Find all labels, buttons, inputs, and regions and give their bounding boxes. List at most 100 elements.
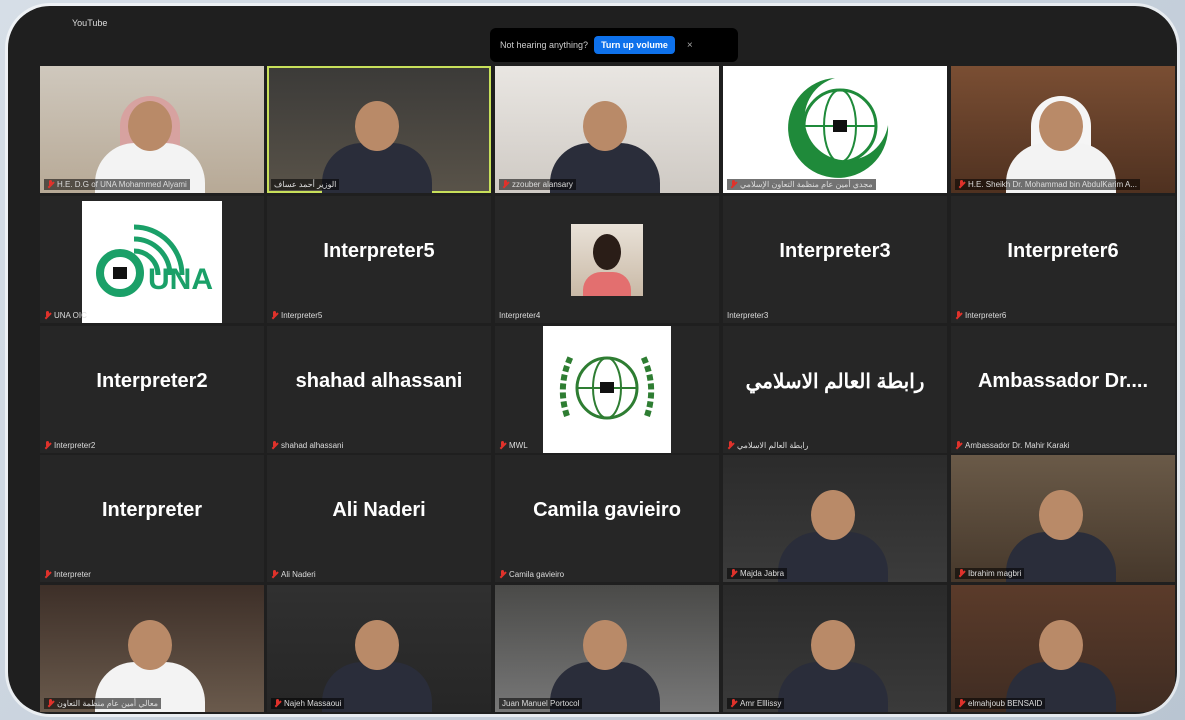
mic-muted-icon (730, 699, 737, 708)
participant-tile[interactable]: Amr Elllissy (723, 585, 947, 712)
participant-tile[interactable]: Ali Naderi Ali Naderi (267, 455, 491, 582)
participant-name-label: zzouber alansary (499, 179, 576, 190)
participant-display-name: shahad alhassani (295, 370, 463, 392)
oic-logo (788, 78, 889, 178)
mic-muted-icon (727, 441, 734, 450)
audio-notice: Not hearing anything? Turn up volume × (490, 28, 738, 62)
una-logo: UNA (82, 201, 222, 323)
participant-tile[interactable]: MWL (495, 326, 719, 453)
participant-name-label: مجدي أمين عام منظمة التعاون الإسلامي (727, 179, 876, 190)
participant-name-label: UNA OIC (44, 311, 87, 320)
mic-muted-icon (730, 569, 737, 578)
participant-name: Najeh Massaoui (284, 699, 342, 708)
participant-tile[interactable]: Interpreter5 Interpreter5 (267, 196, 491, 323)
participant-tile[interactable]: Interpreter2 Interpreter2 (40, 326, 264, 453)
participant-tile[interactable]: elmahjoub BENSAID (951, 585, 1175, 712)
participant-name-label: MWL (499, 441, 528, 450)
participant-name-label: Interpreter6 (955, 311, 1006, 320)
notice-message: Not hearing anything? (500, 40, 589, 50)
participant-display-name: Camila gavieiro (533, 499, 681, 521)
close-icon[interactable]: × (687, 40, 693, 51)
participant-tile[interactable]: مجدي أمين عام منظمة التعاون الإسلامي (723, 66, 947, 193)
participant-name: الوزير أحمد عساف (274, 180, 337, 189)
youtube-label[interactable]: YouTube (72, 18, 107, 28)
participant-name: Camila gavieiro (509, 570, 565, 579)
participant-photo (571, 224, 643, 296)
participant-name: Amr Elllissy (740, 699, 782, 708)
participant-name-label: Interpreter3 (727, 311, 768, 320)
participant-name-label: Ibrahim magbri (955, 568, 1025, 579)
meeting-window: YouTube Not hearing anything? Turn up vo… (8, 6, 1177, 714)
mic-muted-icon (271, 570, 278, 579)
participant-name-label: Interpreter (44, 570, 91, 579)
participant-tile[interactable]: Interpreter6 Interpreter6 (951, 196, 1175, 323)
participant-tile[interactable]: Interpreter3 Interpreter3 (723, 196, 947, 323)
participant-tile[interactable]: Majda Jabra (723, 455, 947, 582)
mic-muted-icon (271, 311, 278, 320)
participant-name: رابطة العالم الاسلامي (737, 441, 809, 450)
participant-tile[interactable]: Ambassador Dr.... Ambassador Dr. Mahir Ka… (951, 326, 1175, 453)
participant-tile[interactable]: zzouber alansary (495, 66, 719, 193)
participant-name: shahad alhassani (281, 441, 344, 450)
participant-tile[interactable]: Najeh Massaoui (267, 585, 491, 712)
mic-muted-icon (274, 699, 281, 708)
participant-name: Juan Manuel Portocol (502, 699, 580, 708)
participant-display-name: Interpreter (101, 499, 203, 521)
participant-tile[interactable]: H.E. D.G of UNA Mohammed Alyami (40, 66, 264, 193)
participant-tile[interactable]: Interpreter4 (495, 196, 719, 323)
participant-tile[interactable]: رابطة العالم الاسلامي رابطة العالم الاسلا… (723, 326, 947, 453)
mic-muted-icon (958, 180, 965, 189)
mic-muted-icon (499, 570, 506, 579)
participant-name-label: رابطة العالم الاسلامي (727, 441, 809, 450)
participant-tile[interactable]: Ibrahim magbri (951, 455, 1175, 582)
participant-tile[interactable]: shahad alhassani shahad alhassani (267, 326, 491, 453)
participant-name: Interpreter2 (54, 441, 96, 450)
participant-name: H.E. Sheikh Dr. Mohammad bin AbdulKarim … (968, 180, 1137, 189)
participant-name: MWL (509, 441, 528, 450)
participant-name: Majda Jabra (740, 569, 785, 578)
participant-name-label: Camila gavieiro (499, 570, 564, 579)
participant-name-label: الوزير أحمد عساف (271, 179, 340, 190)
participant-display-name: رابطة العالم الاسلامي (745, 371, 925, 393)
participant-tile[interactable]: Juan Manuel Portocol (495, 585, 719, 712)
participant-name: Interpreter (54, 570, 91, 579)
participant-name: معالي أمين عام منظمة التعاون (57, 699, 159, 708)
participant-display-name: Interpreter3 (779, 240, 891, 262)
participant-display-name: Interpreter2 (96, 370, 208, 392)
participant-name: Interpreter6 (965, 311, 1007, 320)
participant-name-label: Majda Jabra (727, 568, 788, 579)
participant-name: Ibrahim magbri (968, 569, 1022, 578)
participant-name: مجدي أمين عام منظمة التعاون الإسلامي (740, 180, 873, 189)
mic-muted-icon (47, 699, 54, 708)
participant-video (778, 485, 888, 582)
participant-name-label: Ali Naderi (271, 570, 316, 579)
mic-muted-icon (44, 311, 51, 320)
participant-tile[interactable]: H.E. Sheikh Dr. Mohammad bin AbdulKarim … (951, 66, 1175, 193)
participant-display-name: Interpreter5 (323, 240, 435, 262)
participant-name: Interpreter3 (727, 311, 769, 320)
participant-name-label: H.E. Sheikh Dr. Mohammad bin AbdulKarim … (955, 179, 1140, 190)
mic-muted-icon (730, 180, 737, 189)
participant-tile[interactable]: Interpreter Interpreter (40, 455, 264, 582)
participant-tile[interactable]: UNA UNA OIC (40, 196, 264, 323)
mic-muted-icon (502, 180, 509, 189)
participant-display-name: Interpreter6 (1007, 240, 1119, 262)
participant-tile[interactable]: معالي أمين عام منظمة التعاون (40, 585, 264, 712)
participant-name-label: shahad alhassani (271, 441, 343, 450)
participant-name: UNA OIC (54, 311, 87, 320)
participant-name-label: Juan Manuel Portocol (499, 698, 583, 709)
participant-video (778, 615, 888, 712)
mic-muted-icon (44, 570, 51, 579)
participant-name: Interpreter4 (499, 311, 541, 320)
video-grid: H.E. D.G of UNA Mohammed Alyami الوزير أح… (40, 66, 1177, 714)
participant-name: Ambassador Dr. Mahir Karaki (965, 441, 1070, 450)
participant-name-label: Ambassador Dr. Mahir Karaki (955, 441, 1069, 450)
turn-up-volume-button[interactable]: Turn up volume (594, 36, 675, 54)
participant-tile[interactable]: الوزير أحمد عساف (267, 66, 491, 193)
mic-muted-icon (958, 569, 965, 578)
participant-name: zzouber alansary (512, 180, 573, 189)
participant-tile[interactable]: Camila gavieiro Camila gavieiro (495, 455, 719, 582)
participant-display-name: Ali Naderi (332, 499, 426, 521)
mic-muted-icon (271, 441, 278, 450)
participant-name-label: Interpreter2 (44, 441, 95, 450)
